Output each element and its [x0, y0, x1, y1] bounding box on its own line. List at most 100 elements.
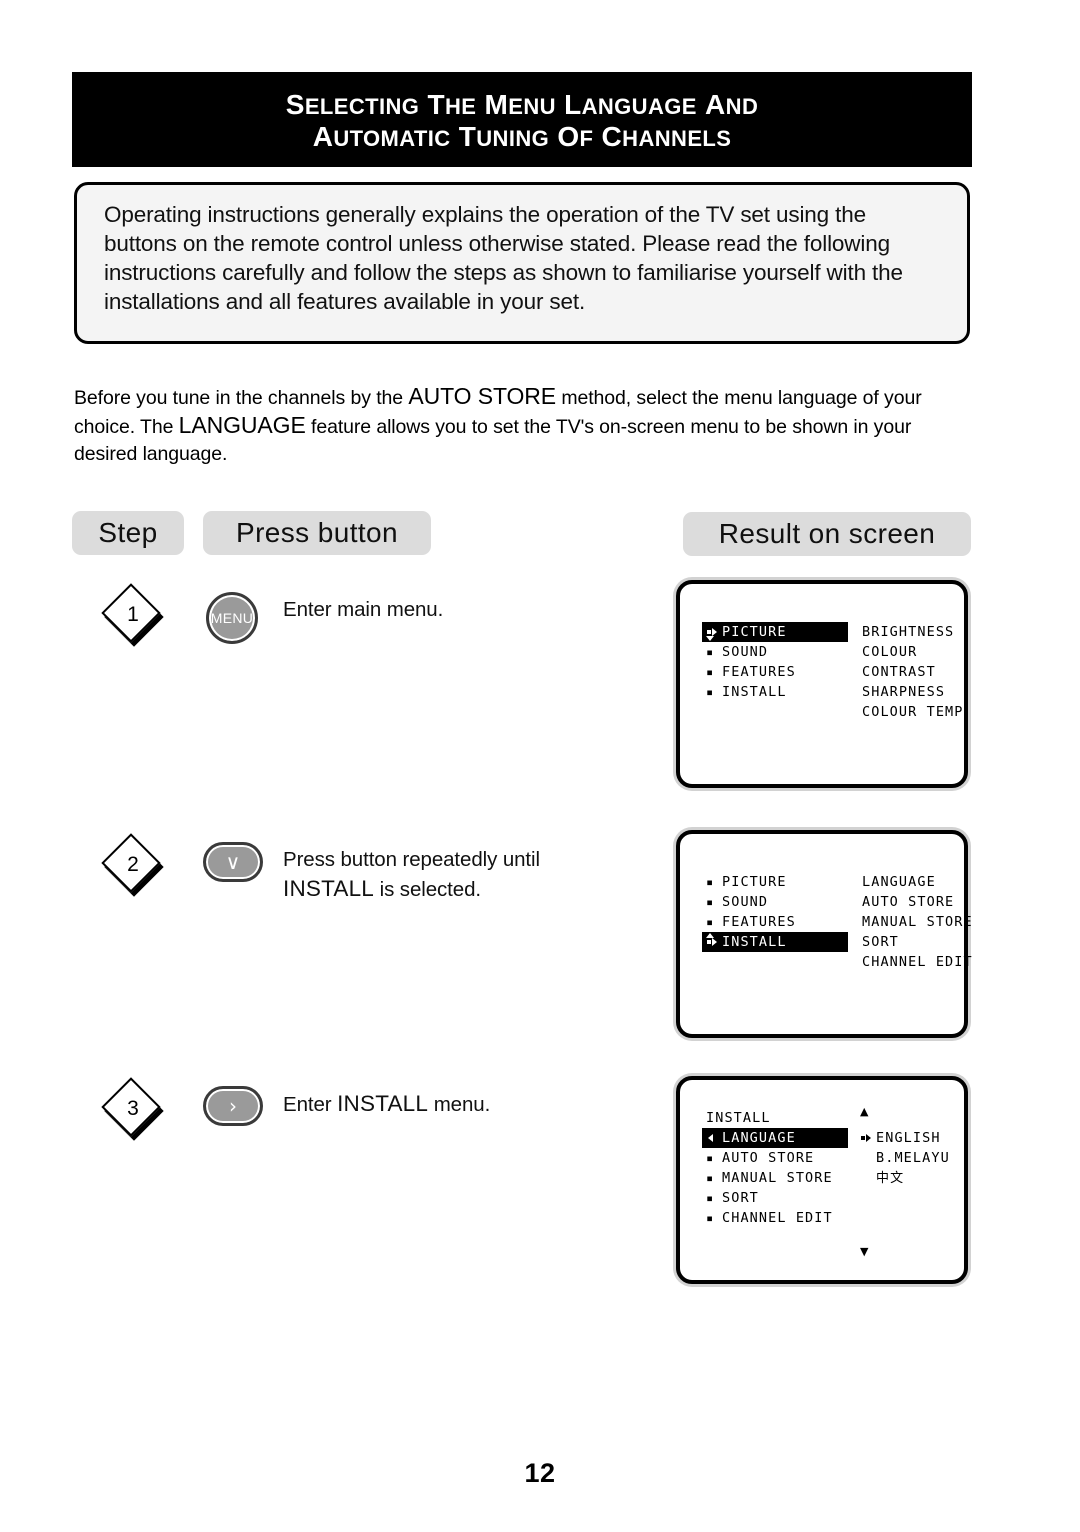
cursor-square-right-icon — [860, 1128, 876, 1148]
bullet-icon: ▪ — [706, 645, 715, 659]
osd-sub-contrast[interactable]: CONTRAST — [858, 662, 968, 682]
osd-item-label: PICTURE — [722, 874, 787, 890]
osd-item-label: SOUND — [722, 644, 769, 660]
step-description-2: Press button repeatedly until INSTALL is… — [283, 845, 653, 904]
osd-item-picture[interactable]: PICTURE — [702, 622, 848, 642]
step-number-3: 3 — [127, 1097, 139, 1120]
osd-screen-2: ▪ PICTURE ▪ SOUND ▪ FEATURES INSTALL LANGUA… — [680, 834, 972, 1034]
osd-item-channel-edit[interactable]: ▪ CHANNEL EDIT — [702, 1208, 854, 1228]
osd-item-label: INSTALL — [722, 684, 787, 700]
spacer-icon — [860, 1168, 876, 1188]
osd-item-label: PICTURE — [722, 624, 787, 640]
osd-3-right-column: ENGLISH B.MELAYU 中文 — [856, 1128, 972, 1188]
osd-screen-1: PICTURE ▪ SOUND ▪ FEATURES ▪ INSTALL BRIGHT… — [680, 584, 964, 784]
menu-button-label: MENU — [210, 610, 254, 626]
cursor-square-right-down-icon — [706, 622, 722, 642]
column-header-step: Step — [72, 511, 184, 555]
page-title-line-2: AUTOMATIC TUNING OF CHANNELS — [312, 120, 732, 152]
page-title-line-1: SELECTING THE MENU LANGUAGE AND — [285, 88, 759, 120]
osd-sub-colour[interactable]: COLOUR — [858, 642, 968, 662]
menu-button[interactable]: MENU — [206, 592, 258, 644]
step-number-diamond-1: 1 — [101, 583, 164, 647]
osd-item-label: SORT — [722, 1190, 759, 1206]
step-2-caps: INSTALL — [283, 876, 375, 901]
osd-item-label: FEATURES — [722, 664, 796, 680]
body-paragraph-emphasis-language: LANGUAGE — [178, 412, 306, 438]
intro-text: Operating instructions generally explain… — [104, 202, 903, 314]
step-2-line1: Press button repeatedly until — [283, 848, 540, 871]
body-paragraph-emphasis-auto-store: AUTO STORE — [408, 383, 557, 409]
osd-2-left-column: ▪ PICTURE ▪ SOUND ▪ FEATURES INSTALL — [702, 872, 854, 952]
osd-option-chinese[interactable]: 中文 — [856, 1168, 972, 1188]
osd-item-label: SOUND — [722, 894, 769, 910]
step-number-diamond-3: 3 — [101, 1077, 164, 1141]
bullet-icon: ▪ — [706, 685, 715, 699]
chevron-down-icon: ∨ — [225, 850, 241, 874]
osd-item-label: LANGUAGE — [722, 1130, 796, 1146]
scroll-down-arrow-icon[interactable]: ▼ — [860, 1246, 870, 1257]
osd-sub-sharpness[interactable]: SHARPNESS — [858, 682, 968, 702]
osd-option-label: B.MELAYU — [876, 1150, 950, 1166]
osd-sub-brightness[interactable]: BRIGHTNESS — [858, 622, 968, 642]
osd-item-sort[interactable]: ▪ SORT — [702, 1188, 854, 1208]
scroll-up-arrow-icon[interactable]: ▲ — [860, 1106, 870, 1117]
step-3-post: menu. — [428, 1093, 491, 1116]
step-3-caps: INSTALL — [337, 1091, 429, 1116]
cursor-left-icon — [706, 1128, 722, 1148]
right-button[interactable]: › — [203, 1086, 263, 1126]
osd-sub-colour-temp[interactable]: COLOUR TEMP — [858, 702, 968, 722]
osd-item-sound[interactable]: ▪ SOUND — [702, 892, 854, 912]
step-number-diamond-2: 2 — [101, 833, 164, 897]
osd-item-label: CHANNEL EDIT — [722, 1210, 833, 1226]
bullet-icon: ▪ — [706, 1191, 715, 1205]
osd-sub-auto-store[interactable]: AUTO STORE — [858, 892, 968, 912]
step-number-1: 1 — [127, 603, 139, 626]
manual-page: SELECTING THE MENU LANGUAGE AND AUTOMATI… — [0, 0, 1080, 1532]
spacer-icon — [860, 1148, 876, 1168]
bullet-icon: ▪ — [706, 1151, 715, 1165]
step-description-1: Enter main menu. — [283, 598, 444, 621]
result-screen-3: INSTALL LANGUAGE ▪ AUTO STORE ▪ MANUAL STO… — [676, 1076, 968, 1284]
osd-item-manual-store[interactable]: ▪ MANUAL STORE — [702, 1168, 854, 1188]
osd-sub-channel-edit[interactable]: CHANNEL EDIT — [858, 952, 972, 972]
osd-item-features[interactable]: ▪ FEATURES — [702, 912, 854, 932]
osd-option-bmelayu[interactable]: B.MELAYU — [856, 1148, 972, 1168]
osd-item-label: AUTO STORE — [722, 1150, 815, 1166]
result-screen-2: ▪ PICTURE ▪ SOUND ▪ FEATURES INSTALL LANGUA… — [676, 830, 972, 1038]
osd-item-auto-store[interactable]: ▪ AUTO STORE — [702, 1148, 854, 1168]
osd-item-install[interactable]: ▪ INSTALL — [702, 682, 854, 702]
osd-option-label: ENGLISH — [876, 1130, 941, 1146]
osd-1-left-column: PICTURE ▪ SOUND ▪ FEATURES ▪ INSTALL — [702, 622, 854, 702]
osd-2-right-column: LANGUAGE AUTO STORE MANUAL STORE SORT CH… — [858, 872, 972, 972]
osd-item-picture[interactable]: ▪ PICTURE — [702, 872, 854, 892]
osd-item-sound[interactable]: ▪ SOUND — [702, 642, 854, 662]
bullet-icon: ▪ — [706, 895, 715, 909]
step-number-2: 2 — [127, 853, 139, 876]
bullet-icon: ▪ — [706, 665, 715, 679]
osd-3-title: INSTALL — [706, 1110, 771, 1126]
bullet-icon: ▪ — [706, 875, 715, 889]
osd-item-label: MANUAL STORE — [722, 1170, 833, 1186]
osd-item-language[interactable]: LANGUAGE — [702, 1128, 848, 1148]
osd-item-features[interactable]: ▪ FEATURES — [702, 662, 854, 682]
osd-sub-language[interactable]: LANGUAGE — [858, 872, 968, 892]
osd-sub-sort[interactable]: SORT — [858, 932, 968, 952]
osd-option-english[interactable]: ENGLISH — [856, 1128, 972, 1148]
osd-screen-3: INSTALL LANGUAGE ▪ AUTO STORE ▪ MANUAL STO… — [680, 1080, 964, 1280]
step-description-3: Enter INSTALL menu. — [283, 1089, 653, 1119]
osd-3-left-column: INSTALL LANGUAGE ▪ AUTO STORE ▪ MANUAL STO… — [702, 1108, 854, 1228]
bullet-icon: ▪ — [706, 1171, 715, 1185]
chevron-right-icon: › — [229, 1094, 237, 1118]
cursor-square-right-up-icon — [706, 932, 722, 952]
osd-item-label: FEATURES — [722, 914, 796, 930]
page-title-bar: SELECTING THE MENU LANGUAGE AND AUTOMATI… — [72, 72, 972, 167]
body-paragraph: Before you tune in the channels by the A… — [74, 383, 979, 468]
osd-option-label: 中文 — [876, 1171, 905, 1186]
result-screen-1: PICTURE ▪ SOUND ▪ FEATURES ▪ INSTALL BRIGHT… — [676, 580, 968, 788]
page-number: 12 — [524, 1458, 556, 1488]
down-button[interactable]: ∨ — [203, 842, 263, 882]
osd-sub-manual-store[interactable]: MANUAL STORE — [858, 912, 972, 932]
column-header-press-button: Press button — [203, 511, 431, 555]
osd-item-install[interactable]: INSTALL — [702, 932, 848, 952]
osd-item-label: INSTALL — [722, 934, 787, 950]
